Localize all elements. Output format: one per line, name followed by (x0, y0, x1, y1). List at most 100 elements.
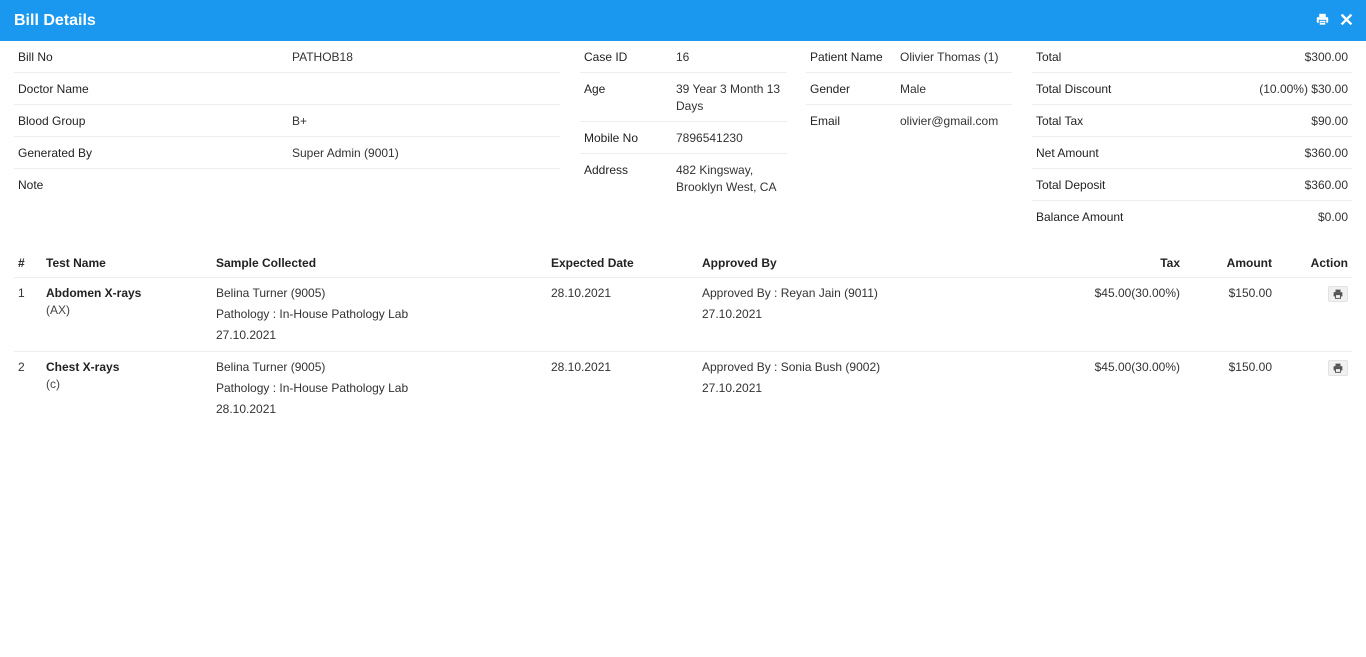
approved-line: Approved By : Sonia Bush (9002) (702, 359, 1002, 376)
info-value: 16 (672, 41, 787, 73)
approved-date: 27.10.2021 (702, 307, 763, 321)
totals-value: (10.00%) $30.00 (1190, 72, 1352, 105)
tests-header-row: # Test Name Sample Collected Expected Da… (14, 247, 1352, 278)
info-row: Gender Male (806, 72, 1012, 105)
pathology-line: Pathology : In-House Pathology Lab (216, 380, 543, 397)
info-value: Male (896, 72, 1012, 105)
tests-table: # Test Name Sample Collected Expected Da… (14, 247, 1352, 425)
col-approved-by: Approved By (698, 247, 1006, 278)
totals-row: Total $300.00 (1032, 41, 1352, 73)
info-label: Address (584, 163, 629, 177)
info-value: B+ (288, 104, 560, 137)
totals-row: Net Amount $360.00 (1032, 136, 1352, 169)
totals-row: Balance Amount $0.00 (1032, 201, 1352, 233)
expected-date: 28.10.2021 (551, 360, 612, 374)
info-row: Patient Name Olivier Thomas (1) (806, 41, 1012, 73)
print-icon (1333, 289, 1343, 299)
info-label: Doctor Name (14, 72, 288, 105)
bill-info-table: Bill No PATHOB18 Doctor Name Blood Group B… (14, 41, 560, 200)
info-row: Address 482 Kingsway, Brooklyn West, CA (580, 154, 787, 203)
sample-cell: Belina Turner (9005) Pathology : In-Hous… (212, 352, 547, 426)
info-row: Blood Group B+ (14, 104, 560, 137)
collector: Belina Turner (9005) (216, 286, 326, 300)
pathology-label: Pathology : (216, 381, 277, 395)
pathology-lab: In-House Pathology Lab (279, 307, 409, 321)
test-short-name: (c) (46, 377, 60, 391)
info-value: PATHOB18 (288, 41, 560, 73)
print-row-button[interactable] (1328, 286, 1348, 302)
info-value: 482 Kingsway, Brooklyn West, CA (676, 163, 777, 194)
col-action: Action (1276, 247, 1352, 278)
pathology-lab: In-House Pathology Lab (279, 381, 409, 395)
info-label: Mobile No (580, 121, 672, 154)
info-value: Olivier Thomas (1) (896, 41, 1012, 73)
totals-row: Total Deposit $360.00 (1032, 168, 1352, 201)
expected-date: 28.10.2021 (547, 277, 698, 352)
totals-row: Total Discount (10.00%) $30.00 (1032, 72, 1352, 105)
info-row: Doctor Name (14, 72, 560, 105)
totals-label: Total Deposit (1032, 168, 1191, 201)
approver: Reyan Jain (9011) (780, 286, 878, 300)
info-row: Case ID 16 (580, 41, 787, 73)
row-num: 2 (18, 360, 25, 374)
totals-value: $300.00 (1190, 41, 1352, 73)
totals-row: Total Tax $90.00 (1032, 104, 1352, 137)
info-label: Gender (806, 72, 896, 105)
info-value: Super Admin (9001) (288, 136, 560, 169)
col-tax: Tax (1006, 247, 1184, 278)
approved-date: 27.10.2021 (702, 381, 763, 395)
test-name: Abdomen X-rays (46, 286, 142, 300)
info-row: Age 39 Year 3 Month 13 Days (580, 72, 787, 122)
modal-header: Bill Details (0, 0, 1366, 41)
info-label: Age (580, 72, 672, 122)
info-label: Bill No (14, 41, 288, 73)
sample-cell: Belina Turner (9005) Pathology : In-Hous… (212, 277, 547, 352)
approved-cell: Approved By : Sonia Bush (9002) 27.10.20… (698, 352, 1006, 426)
close-icon[interactable] (1340, 13, 1356, 29)
totals-label: Balance Amount (1036, 210, 1124, 224)
totals-label: Total (1032, 41, 1191, 73)
print-icon (1333, 363, 1343, 373)
col-expected-date: Expected Date (547, 247, 698, 278)
table-row: 2 Chest X-rays (c) Belina Turner (9005) … (14, 352, 1352, 426)
totals-value: $0.00 (1317, 210, 1348, 224)
collected-date: 28.10.2021 (216, 402, 277, 416)
info-row: Note (14, 169, 560, 201)
amount-cell: $150.00 (1184, 277, 1276, 352)
tax-cell: $45.00(30.00%) (1094, 360, 1180, 374)
info-row: Mobile No 7896541230 (580, 121, 787, 154)
info-label: Case ID (580, 41, 672, 73)
info-row: Email olivier@gmail.com (806, 105, 1012, 137)
info-value: 39 Year 3 Month 13 Days (672, 72, 787, 122)
info-value (288, 72, 560, 105)
col-test-name: Test Name (42, 247, 212, 278)
col-amount: Amount (1184, 247, 1276, 278)
case-info-table: Case ID 16 Age 39 Year 3 Month 13 Days Mob… (580, 41, 787, 202)
totals-label: Total Tax (1032, 104, 1191, 137)
totals-label: Total Discount (1032, 72, 1191, 105)
totals-label: Net Amount (1032, 136, 1191, 169)
collected-date: 27.10.2021 (216, 328, 277, 342)
print-icon[interactable] (1316, 13, 1332, 29)
info-row: Bill No PATHOB18 (14, 41, 560, 73)
info-value (288, 169, 560, 201)
collector: Belina Turner (9005) (216, 360, 326, 374)
action-cell (1276, 277, 1352, 352)
totals-value: $90.00 (1190, 104, 1352, 137)
patient-info-table: Patient Name Olivier Thomas (1) Gender Mal… (806, 41, 1012, 136)
col-num: # (14, 247, 42, 278)
info-label: Note (18, 178, 44, 192)
print-row-button[interactable] (1328, 360, 1348, 376)
info-label: Patient Name (806, 41, 896, 73)
totals-value: $360.00 (1190, 168, 1352, 201)
test-name-cell: Chest X-rays (c) (42, 352, 212, 426)
approved-label: Approved By : (702, 360, 778, 374)
col-sample-collected: Sample Collected (212, 247, 547, 278)
test-name: Chest X-rays (46, 360, 120, 374)
approved-label: Approved By : (702, 286, 778, 300)
totals-table: Total $300.00 Total Discount (10.00%) $30.… (1032, 41, 1352, 232)
amount-cell: $150.00 (1228, 360, 1272, 374)
modal-title: Bill Details (14, 12, 96, 29)
approved-cell: Approved By : Reyan Jain (9011) 27.10.20… (698, 277, 1006, 352)
tax-cell: $45.00(30.00%) (1006, 277, 1184, 352)
